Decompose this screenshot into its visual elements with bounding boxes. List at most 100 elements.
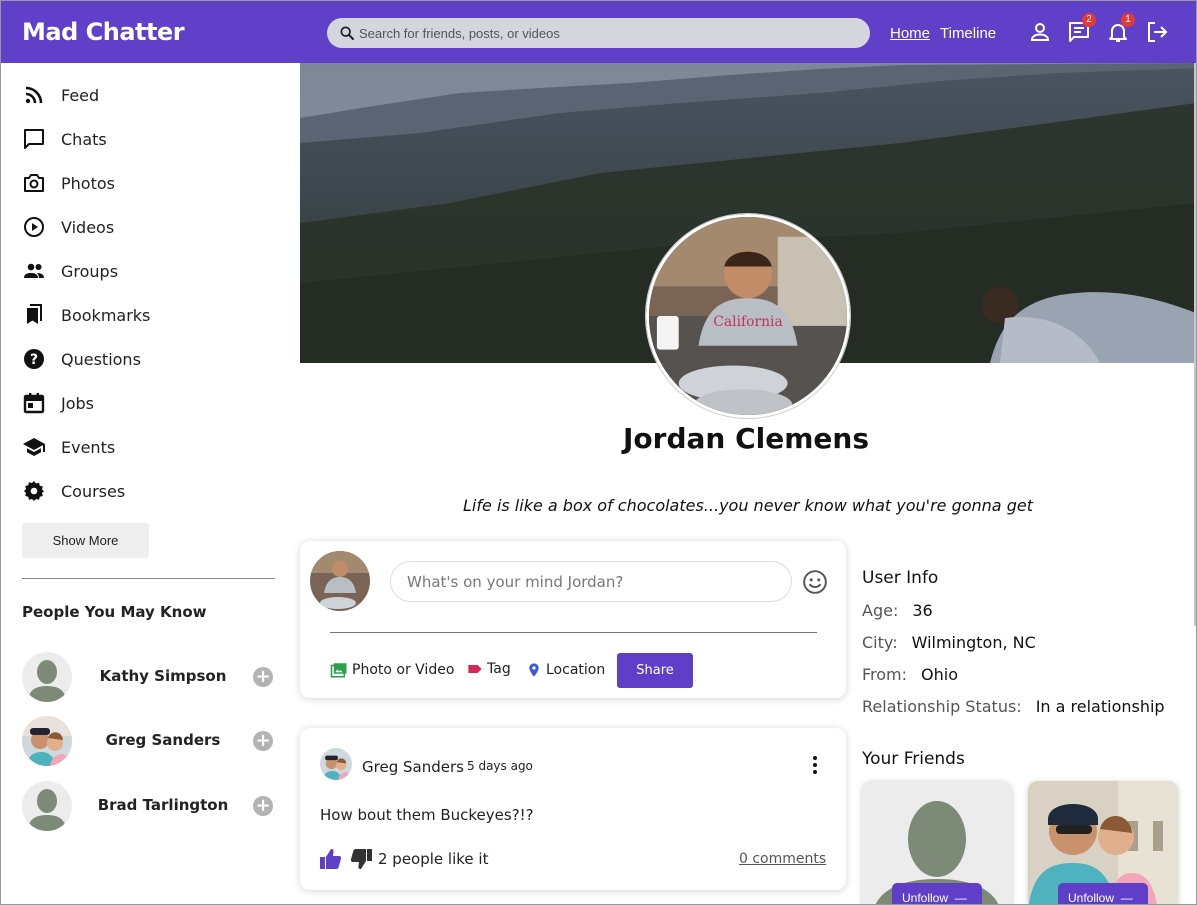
sidebar-item-groups[interactable]: Groups: [22, 258, 272, 284]
user-info-age: Age: 36: [862, 601, 933, 620]
post-input[interactable]: [390, 561, 792, 602]
sidebar: Feed Chats Photos Videos Groups Bookmark…: [1, 63, 296, 904]
emoji-icon[interactable]: [802, 569, 828, 595]
app-window: Mad Chatter Home Timeline 2 1 Feed C: [0, 0, 1197, 905]
location-option-label: Location: [546, 662, 606, 678]
question-icon: ?: [24, 349, 44, 369]
person-name[interactable]: Brad Tarlington: [72, 796, 254, 814]
svg-text:?: ?: [30, 352, 38, 368]
comments-link[interactable]: 0 comments: [739, 851, 826, 867]
profile-photo[interactable]: California: [646, 214, 850, 418]
gear-icon: [24, 481, 44, 501]
location-option[interactable]: Location: [526, 661, 605, 679]
sidebar-item-label: Jobs: [61, 393, 94, 413]
person-name[interactable]: Greg Sanders: [72, 731, 254, 749]
info-label: Age:: [862, 601, 899, 620]
like-count: 2 people like it: [378, 850, 489, 868]
nav-timeline-link[interactable]: Timeline: [940, 25, 996, 42]
logout-button[interactable]: [1145, 20, 1169, 44]
sidebar-item-label: Events: [61, 437, 116, 457]
suggested-person[interactable]: Brad Tarlington +: [22, 781, 277, 831]
profile-button[interactable]: [1028, 20, 1052, 44]
bookmarks-icon: [27, 304, 42, 324]
photo-or-video-option[interactable]: Photo or Video: [330, 661, 454, 679]
avatar[interactable]: [310, 551, 370, 611]
unfollow-label: Unfollow: [902, 891, 949, 905]
search-icon: [340, 26, 354, 40]
sidebar-item-bookmarks[interactable]: Bookmarks: [22, 302, 272, 328]
add-friend-button[interactable]: +: [253, 796, 273, 816]
default-avatar-icon: [22, 781, 72, 831]
tag-option-label: Tag: [487, 661, 511, 677]
sidebar-item-label: Chats: [61, 129, 107, 149]
sidebar-item-label: Photos: [61, 173, 115, 193]
info-value: 36: [912, 601, 933, 620]
unfollow-button[interactable]: Unfollow —: [892, 883, 982, 905]
post-timestamp: 5 days ago: [467, 759, 533, 773]
add-friend-button[interactable]: +: [253, 731, 273, 751]
show-more-button[interactable]: Show More: [22, 523, 149, 558]
post-text: How bout them Buckeyes?!?: [320, 806, 534, 824]
sidebar-item-videos[interactable]: Videos: [22, 214, 272, 240]
info-value: In a relationship: [1035, 697, 1165, 716]
sidebar-item-label: Groups: [61, 261, 119, 281]
messages-badge: 2: [1082, 13, 1096, 27]
sidebar-item-chats[interactable]: Chats: [22, 126, 272, 152]
search-bar[interactable]: [327, 18, 870, 48]
sidebar-item-label: Feed: [61, 85, 100, 105]
composer-divider: [330, 632, 817, 633]
photo-option-label: Photo or Video: [352, 662, 455, 678]
thumbs-down-icon[interactable]: [349, 847, 373, 871]
sidebar-divider: [22, 578, 275, 579]
default-avatar-icon: [22, 652, 72, 702]
search-input[interactable]: [359, 24, 859, 42]
author-photo: [320, 748, 352, 780]
sidebar-item-jobs[interactable]: Jobs: [22, 390, 272, 416]
feed-post: Greg Sanders 5 days ago How bout them Bu…: [300, 728, 846, 890]
profile-bio: Life is like a box of chocolates...you n…: [463, 496, 1033, 515]
messages-button[interactable]: 2: [1067, 13, 1096, 44]
sidebar-item-photos[interactable]: Photos: [22, 170, 272, 196]
sidebar-item-events[interactable]: Events: [22, 434, 272, 460]
location-pin-icon: [529, 663, 539, 677]
chat-bubble-icon: [24, 129, 44, 149]
user-info-panel: User Info Age: 36 City: Wilmington, NC Fro…: [862, 568, 1192, 716]
rss-icon: [25, 86, 43, 104]
sidebar-item-feed[interactable]: Feed: [22, 82, 272, 108]
avatar[interactable]: [320, 748, 352, 780]
avatar[interactable]: [22, 716, 72, 766]
notifications-button[interactable]: 1: [1106, 13, 1135, 44]
friend-card[interactable]: Unfollow —: [1028, 781, 1178, 905]
avatar[interactable]: [22, 781, 72, 831]
sidebar-item-courses[interactable]: Courses: [22, 478, 272, 504]
unfollow-button[interactable]: Unfollow —: [1058, 883, 1148, 905]
sidebar-item-label: Questions: [61, 349, 141, 369]
friend-card[interactable]: Unfollow —: [862, 781, 1012, 905]
profile-main: California Jordan Clemens Life is like a…: [300, 63, 1196, 905]
post-author[interactable]: Greg Sanders: [362, 758, 464, 776]
more-options-icon[interactable]: [808, 753, 822, 777]
suggested-person[interactable]: Kathy Simpson +: [22, 652, 277, 702]
user-info-title: User Info: [862, 568, 939, 588]
camera-icon: [24, 174, 44, 192]
tag-option[interactable]: Tag: [467, 661, 511, 677]
school-icon: [23, 438, 45, 456]
app-logo[interactable]: Mad Chatter: [22, 18, 185, 46]
nav-home-link[interactable]: Home: [890, 25, 930, 42]
user-info-city: City: Wilmington, NC: [862, 633, 1036, 652]
person-name[interactable]: Kathy Simpson: [72, 667, 254, 685]
sidebar-item-questions[interactable]: ? Questions: [22, 346, 272, 372]
thumbs-up-icon[interactable]: [319, 847, 343, 871]
top-bar: Mad Chatter Home Timeline 2 1: [1, 1, 1196, 63]
group-icon: [24, 263, 44, 278]
profile-name: Jordan Clemens: [623, 422, 869, 455]
share-button[interactable]: Share: [617, 653, 693, 688]
add-friend-button[interactable]: +: [253, 667, 273, 687]
unfollow-label: Unfollow: [1068, 891, 1115, 905]
info-value: Ohio: [921, 665, 958, 684]
info-label: From:: [862, 665, 908, 684]
suggested-person[interactable]: Greg Sanders +: [22, 716, 277, 766]
people-you-may-know-title: People You May Know: [22, 603, 207, 621]
avatar[interactable]: [22, 652, 72, 702]
photo-icon: [330, 663, 347, 678]
